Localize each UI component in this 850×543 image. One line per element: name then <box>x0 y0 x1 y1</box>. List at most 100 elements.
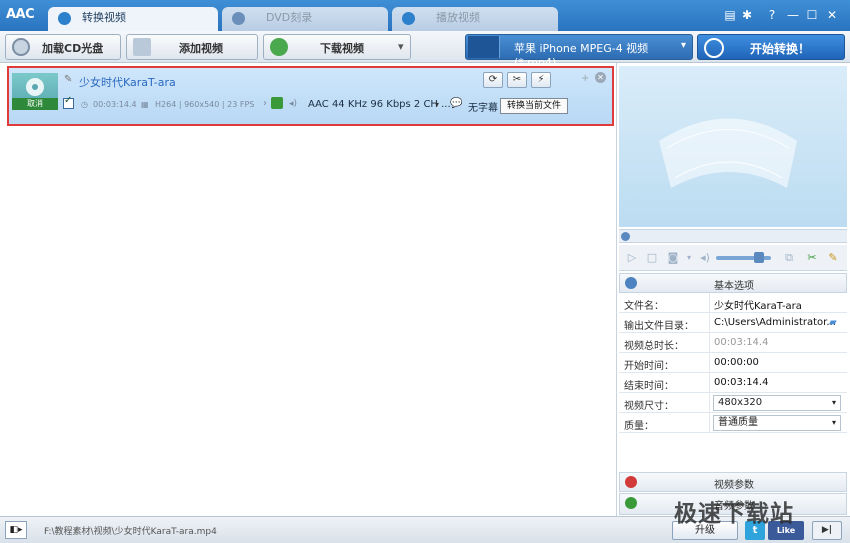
effects-button[interactable]: ⚡ <box>531 72 551 88</box>
toolbar: 加载CD光盘 添加视频 下载视频 ▾ 苹果 iPhone MPEG-4 视频 (… <box>0 31 850 69</box>
tooltip: 转换当前文件 <box>500 98 568 114</box>
divider <box>709 313 710 333</box>
add-video-label: 添加视频 <box>179 42 223 55</box>
prop-row-end-time: 结束时间： 00:03:14.4 <box>619 373 847 393</box>
tab-label: 转换视频 <box>82 11 126 24</box>
prop-row-video-size: 视频尺寸： 480x320 ▾ <box>619 393 847 413</box>
menu-icon[interactable]: ▤ <box>722 7 738 23</box>
file-list: 取消 ✎ 少女时代KaraT-ara ✓ ◷ 00:03:14.4 ▦ H264… <box>0 63 617 516</box>
start-time-field[interactable]: 00:00:00 <box>714 357 759 368</box>
tab-label: 播放视频 <box>436 11 480 24</box>
quality-value: 普通质量 <box>718 417 758 428</box>
tab-dvd-burn[interactable]: DVD刻录 <box>222 7 388 31</box>
chevron-down-icon[interactable]: ▾ <box>398 40 404 53</box>
device-icon <box>468 36 500 58</box>
video-track-icon: ▦ <box>141 100 149 109</box>
prop-key: 视频总时长： <box>624 341 684 352</box>
basic-options-header[interactable]: 基本选项 <box>619 273 847 293</box>
chevron-right-icon: › <box>263 98 267 109</box>
prop-row-output-dir: 输出文件目录： C:\Users\Administrator... ▰ <box>619 313 847 333</box>
toggle-panel-button[interactable]: ◧▸ <box>5 521 27 539</box>
add-video-button[interactable]: 添加视频 <box>126 34 258 60</box>
load-cd-label: 加载CD光盘 <box>42 42 104 55</box>
video-info: H264 | 960x540 | 23 FPS <box>155 100 255 109</box>
prop-key: 结束时间： <box>624 381 674 392</box>
clock-icon: ◷ <box>81 100 88 109</box>
close-button[interactable]: ✕ <box>824 7 840 23</box>
cut-button[interactable]: ✂ <box>507 72 527 88</box>
play-icon <box>402 12 415 25</box>
divider <box>709 353 710 373</box>
prop-key: 开始时间： <box>624 361 674 372</box>
scissors-icon: ✂ <box>512 74 522 85</box>
divider <box>709 293 710 313</box>
total-duration-value: 00:03:14.4 <box>714 337 769 348</box>
speech-bubble-icon: 💬 <box>450 98 463 109</box>
refresh-icon: ⟳ <box>488 74 498 85</box>
tab-play-video[interactable]: 播放视频 <box>392 7 558 31</box>
file-item[interactable]: 取消 ✎ 少女时代KaraT-ara ✓ ◷ 00:03:14.4 ▦ H264… <box>7 66 614 126</box>
stop-icon[interactable]: □ <box>645 251 659 265</box>
prop-row-filename: 文件名： 少女时代KaraT-ara <box>619 293 847 313</box>
help-icon[interactable]: ? <box>764 7 780 23</box>
volume-knob[interactable] <box>754 252 764 263</box>
maximize-button[interactable]: ☐ <box>804 7 820 23</box>
gear-icon[interactable]: ✱ <box>739 7 755 23</box>
camera-icon[interactable]: ◙ <box>666 251 680 265</box>
prop-key: 质量： <box>624 421 654 432</box>
folder-icon[interactable]: ▰ <box>829 317 837 328</box>
end-time-field[interactable]: 00:03:14.4 <box>714 377 768 388</box>
minimize-button[interactable]: — <box>785 7 801 23</box>
video-preview <box>619 66 847 227</box>
subtitle-select[interactable]: 无字幕 <box>468 99 498 114</box>
divider <box>709 333 710 353</box>
file-name[interactable]: 少女时代KaraT-ara <box>79 74 176 90</box>
convert-current-button[interactable]: ⟳ <box>483 72 503 88</box>
pencil-icon[interactable]: ✎ <box>64 74 72 85</box>
load-cd-button[interactable]: 加载CD光盘 <box>5 34 121 60</box>
plus-icon[interactable]: + <box>581 73 589 84</box>
output-profile-select[interactable]: 苹果 iPhone MPEG-4 视频 (*.mp4) ▾ <box>465 34 693 69</box>
filename-value[interactable]: 少女时代KaraT-ara <box>714 297 802 312</box>
basic-options-title: 基本选项 <box>714 281 754 292</box>
duration-value: 00:03:14.4 <box>93 100 137 109</box>
prop-row-quality: 质量： 普通质量 ▾ <box>619 413 847 433</box>
chevron-down-icon: ▾ <box>831 418 836 427</box>
cancel-label[interactable]: 取消 <box>12 98 58 110</box>
quality-select[interactable]: 普通质量 ▾ <box>713 415 841 431</box>
divider <box>709 393 710 413</box>
prop-key: 文件名： <box>624 301 664 312</box>
divider <box>709 413 710 433</box>
tab-label: DVD刻录 <box>266 11 313 24</box>
video-size-value: 480x320 <box>718 397 763 408</box>
prop-key: 视频尺寸： <box>624 401 674 412</box>
download-video-button[interactable]: 下载视频 ▾ <box>263 34 411 60</box>
copy-icon[interactable]: ⧉ <box>782 251 796 265</box>
download-video-label: 下载视频 <box>320 42 364 55</box>
output-dir-value[interactable]: C:\Users\Administrator... <box>714 317 836 328</box>
tab-convert-video[interactable]: 转换视频 <box>48 7 218 31</box>
prop-row-total-duration: 视频总时长： 00:03:14.4 <box>619 333 847 353</box>
scissors-icon[interactable]: ✂ <box>805 251 819 265</box>
remove-file-button[interactable]: ✕ <box>595 72 606 83</box>
video-params-title: 视频参数 <box>714 480 754 491</box>
start-convert-button[interactable]: 开始转换！ <box>697 34 845 60</box>
prop-key: 输出文件目录： <box>624 321 694 332</box>
audio-track-icon <box>271 97 283 109</box>
cd-icon <box>12 38 30 56</box>
check-icon: ✓ <box>64 95 73 106</box>
speaker-icon: ◂) <box>289 99 298 109</box>
speaker-icon[interactable]: ◂) <box>698 251 712 265</box>
divider <box>709 373 710 393</box>
seek-knob[interactable] <box>621 232 630 241</box>
audio-track-select[interactable]: AAC 44 KHz 96 Kbps 2 CH ... <box>308 99 451 110</box>
seek-bar[interactable] <box>619 229 847 243</box>
chevron-down-icon[interactable]: ▾ <box>682 251 696 265</box>
chevron-down-icon[interactable]: ▾ <box>435 100 439 109</box>
play-icon[interactable]: ▷ <box>625 251 639 265</box>
next-icon[interactable]: ▶| <box>812 521 842 540</box>
video-params-header[interactable]: 视频参数 <box>619 472 847 492</box>
magic-wand-icon[interactable]: ✎ <box>826 251 840 265</box>
video-size-select[interactable]: 480x320 ▾ <box>713 395 841 411</box>
convert-icon <box>58 12 71 25</box>
